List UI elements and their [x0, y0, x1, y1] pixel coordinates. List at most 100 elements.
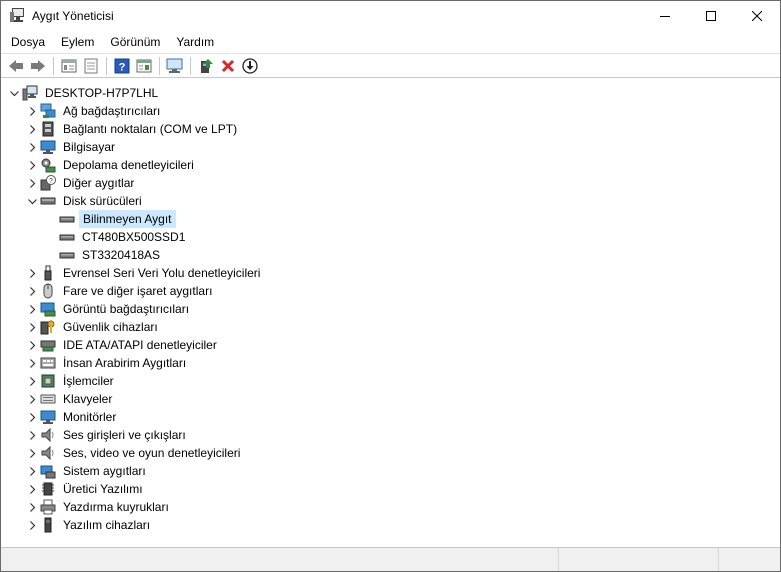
category-keyboards[interactable]: Klavyeler: [1, 390, 780, 408]
menu-dosya[interactable]: Dosya: [3, 31, 53, 53]
expand-toggle[interactable]: [25, 390, 39, 408]
device-list-button[interactable]: [80, 55, 102, 77]
category-storage-controllers[interactable]: Depolama denetleyicileri: [1, 156, 780, 174]
uninstall-icon: [221, 59, 235, 72]
expand-toggle[interactable]: [25, 498, 39, 516]
category-computer[interactable]: Bilgisayar: [1, 138, 780, 156]
chevron-right-icon: [29, 142, 35, 152]
expand-toggle[interactable]: [25, 120, 39, 138]
maximize-button[interactable]: [688, 1, 734, 31]
device-st3320418as[interactable]: ST3320418AS: [1, 246, 780, 264]
expand-toggle[interactable]: [25, 516, 39, 534]
expand-toggle[interactable]: [25, 156, 39, 174]
expand-toggle[interactable]: [25, 426, 39, 444]
update-driver-button[interactable]: [195, 55, 217, 77]
category-ports[interactable]: Bağlantı noktaları (COM ve LPT): [1, 120, 780, 138]
category-print-queues[interactable]: Yazdırma kuyrukları: [1, 498, 780, 516]
category-label: İşlemciler: [63, 374, 114, 388]
properties-view-button[interactable]: [58, 55, 80, 77]
chevron-right-icon: [29, 286, 35, 296]
action-view-button[interactable]: [133, 55, 155, 77]
back-button[interactable]: [5, 55, 27, 77]
close-button[interactable]: [734, 1, 780, 31]
device-unknown[interactable]: Bilinmeyen Aygıt: [1, 210, 780, 228]
toolbar: ?: [1, 53, 780, 78]
category-audio-io[interactable]: Ses girişleri ve çıkışları: [1, 426, 780, 444]
update-driver-icon: [201, 58, 213, 73]
category-display-adapters[interactable]: Görüntü bağdaştırıcıları: [1, 300, 780, 318]
category-label: Klavyeler: [63, 392, 113, 406]
chevron-right-icon: [29, 394, 35, 404]
disable-device-button[interactable]: [239, 55, 261, 77]
menu-yardim[interactable]: Yardım: [168, 31, 222, 53]
category-software-devices[interactable]: Yazılım cihazları: [1, 516, 780, 534]
category-processors[interactable]: İşlemciler: [1, 372, 780, 390]
expand-toggle[interactable]: [25, 336, 39, 354]
chevron-down-icon: [27, 198, 37, 204]
category-hid[interactable]: İnsan Arabirim Aygıtları: [1, 354, 780, 372]
device-list-icon: [84, 58, 98, 73]
category-label: Yazdırma kuyrukları: [63, 500, 169, 514]
collapse-toggle[interactable]: [25, 192, 39, 210]
chevron-right-icon: [29, 268, 35, 278]
category-other-devices[interactable]: ? Diğer aygıtlar: [1, 174, 780, 192]
category-usb-controllers[interactable]: Evrensel Seri Veri Yolu denetleyicileri: [1, 264, 780, 282]
category-ide-controllers[interactable]: IDE ATA/ATAPI denetleyiciler: [1, 336, 780, 354]
keyboard-icon: [40, 391, 56, 407]
category-firmware[interactable]: Üretici Yazılımı: [1, 480, 780, 498]
category-label: Disk sürücüleri: [63, 194, 142, 208]
device-label: CT480BX500SSD1: [82, 230, 186, 244]
chevron-right-icon: [29, 502, 35, 512]
menu-eylem[interactable]: Eylem: [53, 31, 102, 53]
properties-view-icon: [61, 59, 77, 72]
expand-toggle[interactable]: [25, 174, 39, 192]
expand-toggle[interactable]: [25, 372, 39, 390]
expand-toggle[interactable]: [25, 480, 39, 498]
chevron-right-icon: [29, 412, 35, 422]
category-system-devices[interactable]: Sistem aygıtları: [1, 462, 780, 480]
expand-toggle[interactable]: [25, 102, 39, 120]
software-device-icon: [40, 517, 56, 533]
category-disk-drives[interactable]: Disk sürücüleri: [1, 192, 780, 210]
firmware-icon: [40, 481, 56, 497]
expand-toggle[interactable]: [25, 138, 39, 156]
collapse-toggle[interactable]: [7, 84, 21, 102]
expand-toggle[interactable]: [25, 444, 39, 462]
expand-toggle[interactable]: [25, 318, 39, 336]
category-sound-video-game[interactable]: Ses, video ve oyun denetleyicileri: [1, 444, 780, 462]
category-label: Güvenlik cihazları: [63, 320, 158, 334]
menu-gorunum[interactable]: Görünüm: [102, 31, 168, 53]
category-security-devices[interactable]: Güvenlik cihazları: [1, 318, 780, 336]
expand-toggle[interactable]: [25, 264, 39, 282]
status-pane-right: [719, 548, 780, 571]
forward-icon: [31, 59, 45, 72]
chevron-right-icon: [29, 376, 35, 386]
category-monitors[interactable]: Monitörler: [1, 408, 780, 426]
category-label: Monitörler: [63, 410, 117, 424]
chevron-right-icon: [29, 160, 35, 170]
forward-button[interactable]: [27, 55, 49, 77]
chevron-down-icon: [9, 90, 19, 96]
expand-toggle[interactable]: [25, 282, 39, 300]
expand-toggle[interactable]: [25, 462, 39, 480]
category-network-adapters[interactable]: Ağ bağdaştırıcıları: [1, 102, 780, 120]
chevron-right-icon: [29, 358, 35, 368]
minimize-button[interactable]: [642, 1, 688, 31]
expand-toggle[interactable]: [25, 354, 39, 372]
chevron-right-icon: [29, 304, 35, 314]
expand-toggle[interactable]: [25, 300, 39, 318]
category-mice[interactable]: Fare ve diğer işaret aygıtları: [1, 282, 780, 300]
tree-root[interactable]: DESKTOP-H7P7LHL: [1, 84, 780, 102]
help-button[interactable]: ?: [111, 55, 133, 77]
svg-text:?: ?: [119, 61, 126, 73]
action-view-icon: [136, 59, 152, 72]
toolbar-separator: [190, 56, 191, 75]
uninstall-button[interactable]: [217, 55, 239, 77]
scan-hardware-button[interactable]: [164, 55, 186, 77]
svg-text:?: ?: [49, 178, 53, 185]
expand-toggle[interactable]: [25, 408, 39, 426]
chevron-right-icon: [29, 340, 35, 350]
usb-icon: [40, 265, 56, 281]
device-ct480bx500ssd1[interactable]: CT480BX500SSD1: [1, 228, 780, 246]
device-tree: DESKTOP-H7P7LHL Ağ bağdaştırıcıları Bağl…: [1, 80, 780, 547]
